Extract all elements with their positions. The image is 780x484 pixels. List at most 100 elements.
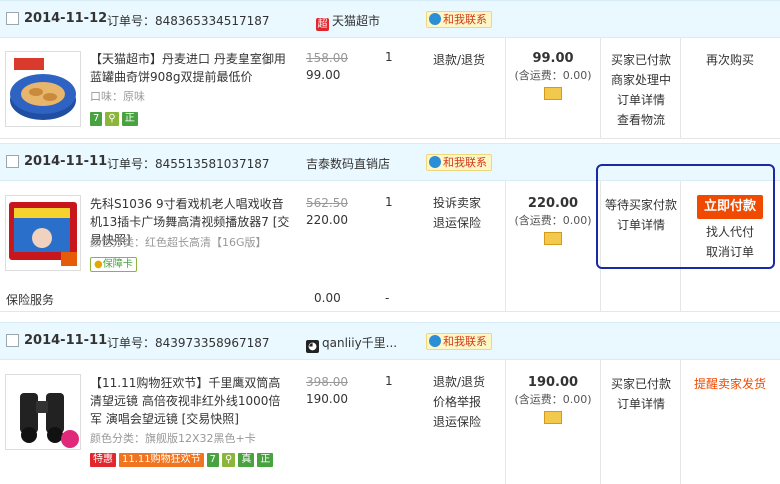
shop-link[interactable]: 超天猫超市 [316,12,380,31]
tmall-supermarket-icon: 超 [316,18,329,31]
seven-day-return-icon[interactable]: 7 [90,112,103,126]
shop-avatar-icon: ◕ [306,340,319,353]
shop-link[interactable]: 吉泰数码直销店 [306,155,390,172]
quantity: 1 [385,195,393,209]
refund-link[interactable]: 退款/退货 [433,372,485,392]
total-amount: 99.00 [532,51,574,66]
insurance-qty: - [385,291,390,305]
original-price: 158.00 [306,51,348,65]
contact-seller-button[interactable]: 和我联系 [426,154,492,171]
seven-day-return-icon[interactable]: 7 [206,453,220,467]
complain-seller-link[interactable]: 投诉卖家 [433,193,481,213]
quantity: 1 [385,374,393,388]
product-sku: 颜色分类：红色超长高清【16G版】 [90,236,267,249]
product-title[interactable]: 【天猫超市】丹麦进口 丹麦皇室御用蓝罐曲奇饼908g双提前最低价 [90,50,290,86]
service-badges: 特惠 11.11购物狂欢节 7 ⚲ 真正 [90,450,290,467]
contact-seller-button[interactable]: 和我联系 [426,333,492,350]
quantity: 1 [385,50,393,64]
chat-icon [429,156,441,168]
insurance-price: 0.00 [314,291,341,305]
current-price: 99.00 [306,68,341,82]
buy-again-link[interactable]: 再次购买 [683,50,777,70]
payment-card-icon [544,411,562,424]
product-sku: 口味：原味 [90,90,145,103]
order-card: 2014-11-11 订单号：843973358967187 ◕ qanliiy千… [0,322,780,484]
protection-card-icon: ● [94,259,103,270]
after-sale-links: 退款/退货 价格举报 退运保险 [433,372,485,432]
original-price: 398.00 [306,375,348,389]
chat-icon [429,13,441,25]
total-amount: 220.00 [527,196,579,211]
product-title[interactable]: 【11.11购物狂欢节】千里鹰双筒高清望远镜 高倍夜视非红外线1000倍军 演唱… [90,374,290,428]
status-subtext: 商家处理中 [610,73,671,87]
cookie-tin-image [6,52,80,126]
order-status: 买家已付款 商家处理中 订单详情 查看物流 [603,50,679,130]
refund-link[interactable]: 退款/退货 [433,50,485,70]
payment-card-icon [544,87,562,100]
after-sale-links: 投诉卖家 退运保险 [433,193,481,233]
status-text: 买家已付款 [610,377,671,391]
price-report-link[interactable]: 价格举报 [433,392,485,412]
product-sku: 颜色分类：旗舰版12X32黑色+卡 [90,432,256,445]
highlight-annotation [596,164,775,269]
order-total: 190.00 (含运费：0.00) [508,374,598,429]
order-checkbox[interactable] [6,12,19,25]
order-header: 2014-11-11 订单号：843973358967187 ◕ qanliiy千… [0,322,780,360]
total-amount: 190.00 [527,375,579,390]
unit-price: 158.00 99.00 [306,50,348,84]
order-checkbox[interactable] [6,334,19,347]
order-date: 2014-11-11 [24,154,108,169]
current-price: 220.00 [306,213,348,227]
order-checkbox[interactable] [6,155,19,168]
order-actions: 再次购买 [683,50,777,70]
order-detail-link[interactable]: 订单详情 [603,90,679,110]
order-status: 买家已付款 订单详情 [603,374,679,414]
order-actions: 提醒卖家发货 [683,374,777,394]
original-price: 562.50 [306,196,348,210]
order-date: 2014-11-11 [24,333,108,348]
product-image[interactable] [5,195,81,271]
shipping-fee: (含运费：0.00) [514,214,592,227]
view-logistics-link[interactable]: 查看物流 [603,110,679,130]
video-player-image [6,196,80,270]
service-badges: 7 ⚲ 正 [90,110,141,126]
genuine-icon[interactable]: 正 [121,112,138,126]
payment-card-icon [544,232,562,245]
order-total: 99.00 (含运费：0.00) [508,50,598,105]
consumer-protect-icon[interactable]: ⚲ [105,112,119,126]
shop-link[interactable]: ◕ qanliiy千里... [306,334,397,353]
chat-icon [429,335,441,347]
special-offer-badge[interactable]: 特惠 [90,453,116,467]
order-detail-link[interactable]: 订单详情 [603,394,679,414]
service-badges: ●保障卡 [90,256,137,272]
insurance-label: 保险服务 [6,293,55,307]
protection-card-badge[interactable]: ●保障卡 [90,257,137,272]
double-eleven-badge[interactable]: 11.11购物狂欢节 [119,453,204,467]
product-image[interactable] [5,374,81,450]
binoculars-image [6,375,80,449]
shipping-fee: (含运费：0.00) [514,393,592,406]
return-insurance-link[interactable]: 退运保险 [433,213,481,233]
after-sale-links: 退款/退货 [433,50,485,70]
order-total: 220.00 (含运费：0.00) [508,195,598,250]
shipping-fee: (含运费：0.00) [514,69,592,82]
order-card: 2014-11-12 订单号：848365334517187 超天猫超市 和我联… [0,0,780,139]
unit-price: 398.00 190.00 [306,374,348,408]
order-number: 订单号：848365334517187 [107,14,270,28]
authentic-icon[interactable]: 真 [238,453,255,467]
genuine-icon[interactable]: 正 [257,453,274,467]
return-insurance-link[interactable]: 退运保险 [433,412,485,432]
order-item-row: 【11.11购物狂欢节】千里鹰双筒高清望远镜 高倍夜视非红外线1000倍军 演唱… [0,360,780,484]
insurance-row: 保险服务 0.00 - [0,285,780,312]
product-image[interactable] [5,51,81,127]
current-price: 190.00 [306,392,348,406]
status-text: 买家已付款 [610,53,671,67]
order-item-row: 【天猫超市】丹麦进口 丹麦皇室御用蓝罐曲奇饼908g双提前最低价 口味：原味 7… [0,38,780,139]
order-number: 订单号：843973358967187 [107,336,270,350]
remind-shipping-link[interactable]: 提醒卖家发货 [683,374,777,394]
order-date: 2014-11-12 [24,11,108,26]
consumer-protect-icon[interactable]: ⚲ [222,453,236,467]
order-number: 订单号：845513581037187 [107,157,270,171]
contact-seller-button[interactable]: 和我联系 [426,11,492,28]
unit-price: 562.50 220.00 [306,195,348,229]
